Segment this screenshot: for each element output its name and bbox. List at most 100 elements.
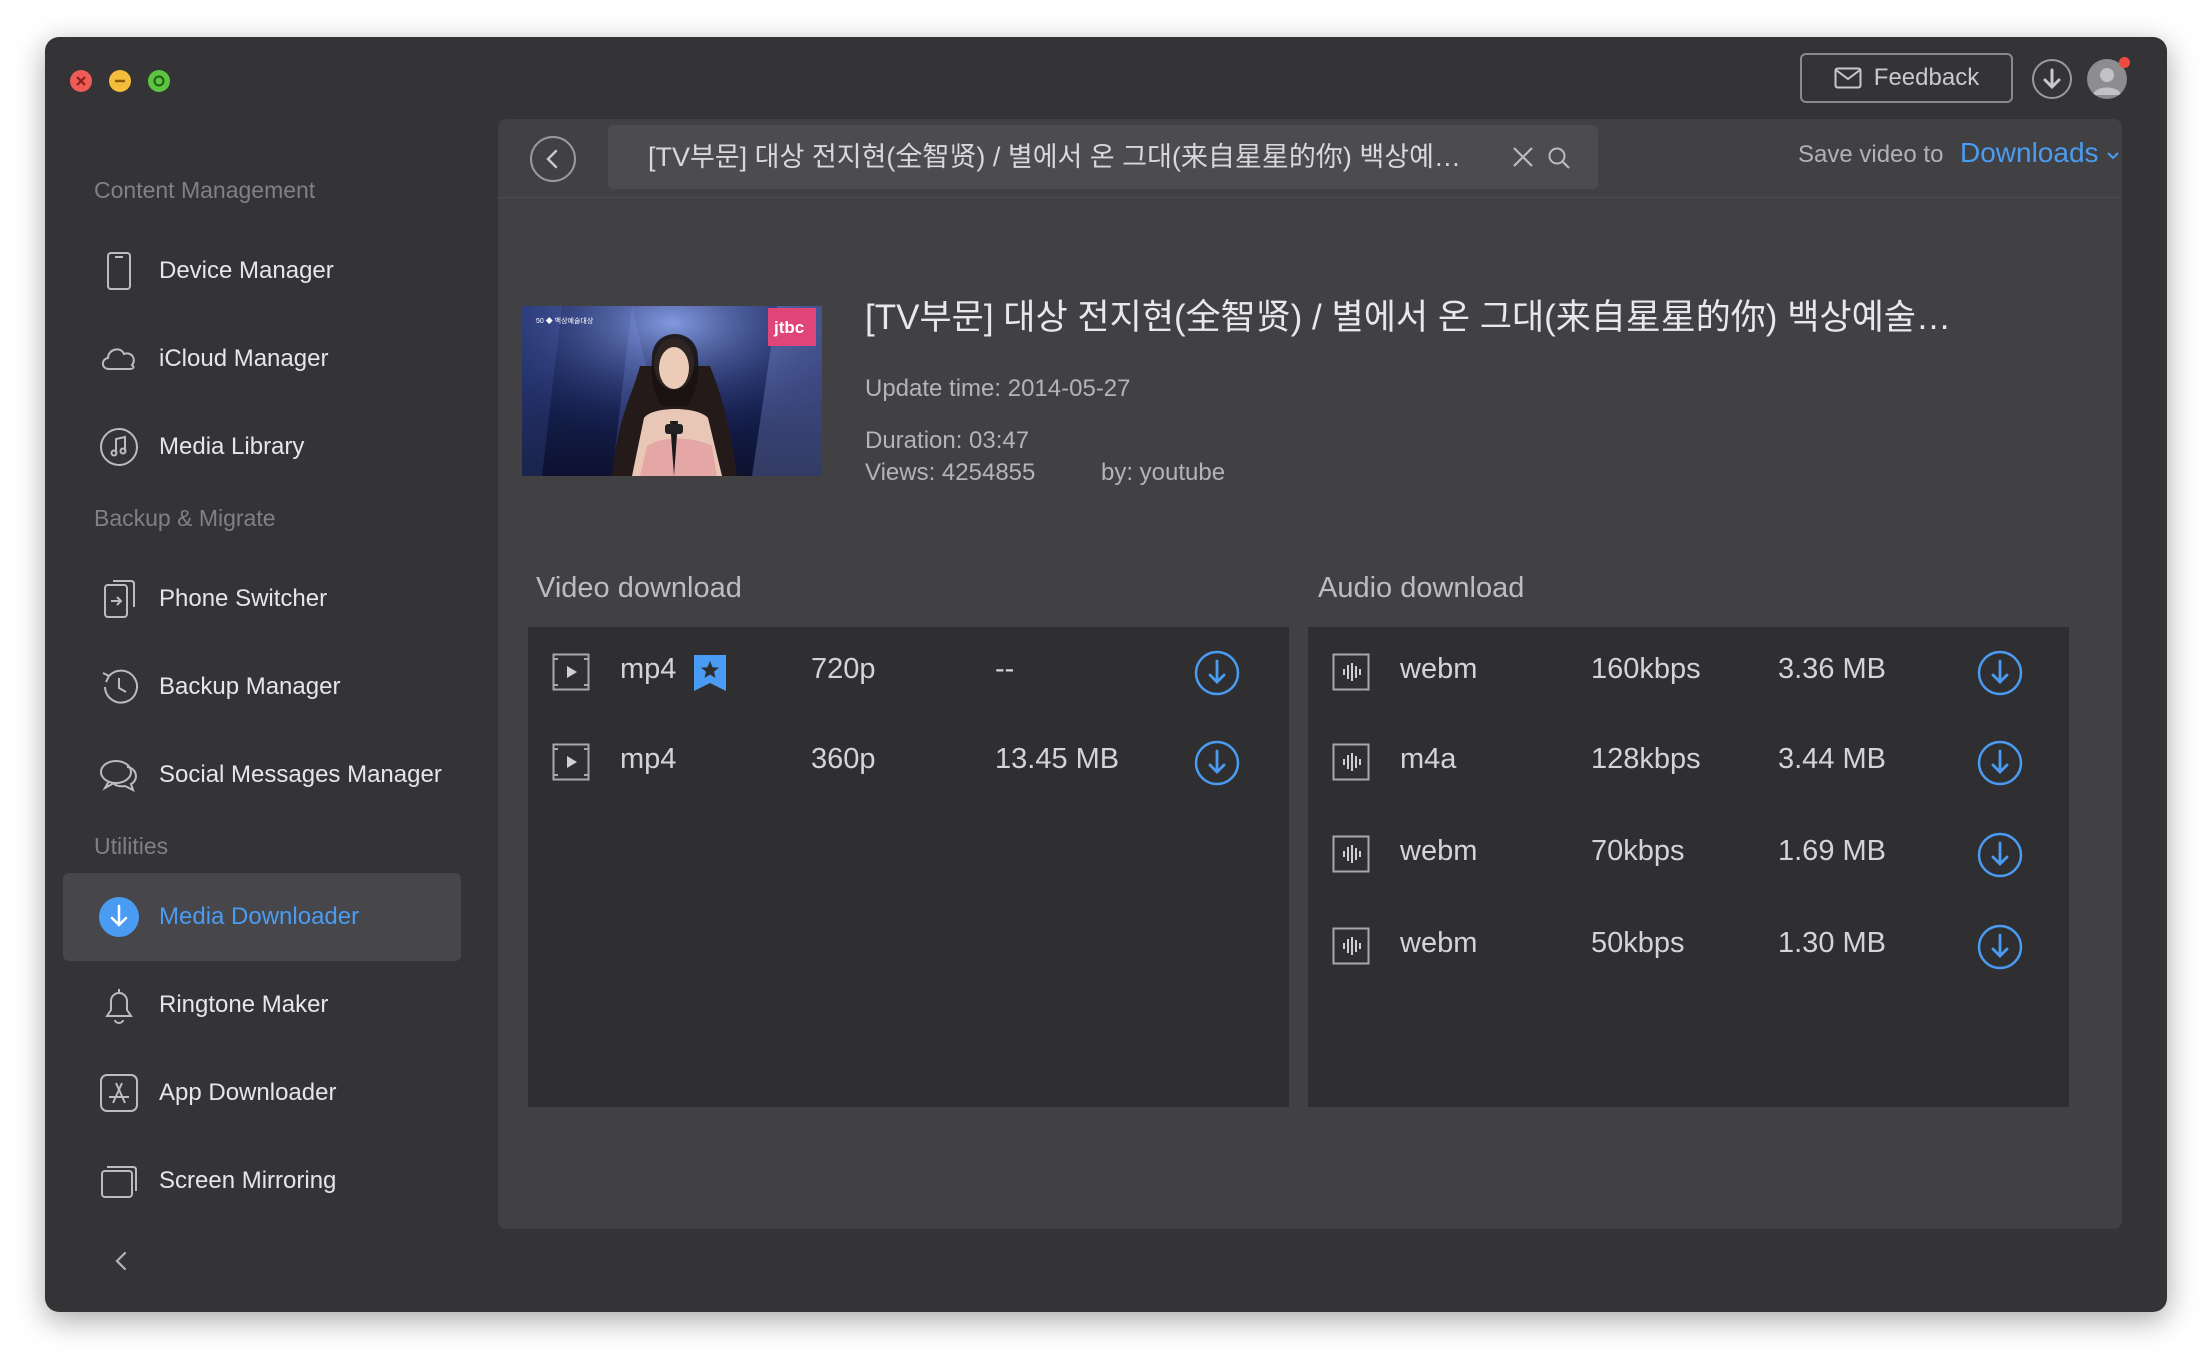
file-size: 3.36 MB	[1778, 653, 1886, 685]
list-item[interactable]: webm 160kbps 3.36 MB	[1308, 627, 2069, 719]
sidebar-item-label: Device Manager	[159, 257, 334, 284]
format: mp4	[620, 743, 677, 775]
audio-file-icon	[1332, 835, 1370, 873]
clear-icon[interactable]	[1511, 145, 1535, 169]
device-icon	[107, 252, 131, 290]
video-download-list: mp4 720p -- mp4 360p 13.45 MB	[528, 627, 1289, 1107]
app-window: Feedback Content Management Device Manag…	[45, 37, 2167, 1312]
sidebar-item-label: App Downloader	[159, 1079, 337, 1106]
file-size: 13.45 MB	[995, 743, 1120, 775]
toolbar: [TV부문] 대상 전지현(全智贤) / 별에서 온 그대(来自星星的你) 백상…	[498, 119, 2122, 198]
chevron-down-icon[interactable]	[2106, 151, 2120, 161]
list-item[interactable]: webm 70kbps 1.69 MB	[1308, 809, 2069, 901]
quality: 360p	[811, 743, 876, 775]
download-tasks-button[interactable]	[2032, 59, 2072, 99]
duration: Duration: 03:47	[865, 427, 1030, 454]
bell-icon	[105, 989, 133, 1024]
sidebar-item-label: iCloud Manager	[159, 345, 329, 372]
recommended-badge-icon	[694, 655, 726, 691]
sidebar-item-backup-manager[interactable]: Backup Manager	[63, 643, 461, 731]
feedback-button[interactable]: Feedback	[1800, 53, 2013, 103]
collapse-sidebar-icon[interactable]	[107, 1247, 135, 1275]
file-size: --	[995, 653, 1015, 685]
audio-download-title: Audio download	[1318, 572, 1525, 604]
main-panel: [TV부문] 대상 전지현(全智贤) / 별에서 온 그대(来自星星的你) 백상…	[498, 119, 2122, 1229]
file-size: 3.44 MB	[1778, 743, 1886, 775]
bitrate: 160kbps	[1591, 653, 1701, 685]
feedback-label: Feedback	[1873, 64, 1980, 91]
sidebar-section-title: Backup & Migrate	[94, 505, 276, 531]
sidebar-item-label: Ringtone Maker	[159, 991, 329, 1018]
format: webm	[1400, 927, 1478, 959]
minimize-window-button[interactable]	[109, 70, 131, 92]
mail-icon	[1834, 67, 1862, 89]
sidebar-item-device-manager[interactable]: Device Manager	[63, 227, 461, 315]
video-download-title: Video download	[536, 572, 742, 604]
back-button[interactable]	[530, 136, 576, 182]
download-button-icon[interactable]	[1976, 649, 2024, 697]
list-item[interactable]: mp4 360p 13.45 MB	[528, 717, 1289, 809]
audio-file-icon	[1332, 743, 1370, 781]
video-file-icon	[552, 743, 590, 781]
format: m4a	[1400, 743, 1457, 775]
list-item[interactable]: webm 50kbps 1.30 MB	[1308, 901, 2069, 993]
sidebar-item-label: Backup Manager	[159, 673, 341, 700]
sidebar-item-label: Social Messages Manager	[159, 761, 442, 788]
file-size: 1.30 MB	[1778, 927, 1886, 959]
sidebar-item-phone-switcher[interactable]: Phone Switcher	[63, 555, 461, 643]
list-item[interactable]: m4a 128kbps 3.44 MB	[1308, 717, 2069, 809]
download-button-icon[interactable]	[1976, 739, 2024, 787]
views: Views: 4254855	[865, 459, 1036, 486]
cloud-icon	[101, 348, 135, 370]
close-window-button[interactable]	[70, 70, 92, 92]
notification-dot	[2119, 57, 2130, 68]
screen-icon	[101, 1166, 137, 1198]
sidebar-item-ringtone-maker[interactable]: Ringtone Maker	[63, 961, 461, 1049]
update-time: Update time: 2014-05-27	[865, 375, 1131, 402]
download-button-icon[interactable]	[1976, 923, 2024, 971]
download-icon	[2043, 68, 2061, 90]
quality: 720p	[811, 653, 876, 685]
phone-switch-icon	[104, 580, 135, 618]
audio-file-icon	[1332, 927, 1370, 965]
download-icon	[99, 897, 139, 937]
video-title: [TV부문] 대상 전지현(全智贤) / 별에서 온 그대(来自星星的你) 백상…	[865, 298, 1975, 337]
app-store-icon	[100, 1074, 138, 1112]
audio-download-list: webm 160kbps 3.36 MB m4a 128kbps 3.44 MB	[1308, 627, 2069, 1107]
bitrate: 50kbps	[1591, 927, 1685, 959]
sidebar-item-icloud-manager[interactable]: iCloud Manager	[63, 315, 461, 403]
sidebar-item-media-library[interactable]: Media Library	[63, 403, 461, 491]
search-icon[interactable]	[1546, 145, 1572, 171]
video-thumbnail: 50 ◆ 백상예술대상 jtbc	[522, 306, 822, 476]
search-field[interactable]: [TV부문] 대상 전지현(全智贤) / 별에서 온 그대(来自星星的你) 백상…	[608, 125, 1598, 189]
audio-file-icon	[1332, 653, 1370, 691]
list-item[interactable]: mp4 720p --	[528, 627, 1289, 719]
download-button-icon[interactable]	[1976, 831, 2024, 879]
format: mp4	[620, 653, 677, 685]
save-location-label: Save video to	[1798, 141, 1944, 168]
search-input[interactable]: [TV부문] 대상 전지현(全智贤) / 별에서 온 그대(来自星星的你) 백상…	[648, 125, 1468, 189]
sidebar-item-screen-mirroring[interactable]: Screen Mirroring	[63, 1137, 461, 1225]
sidebar-item-label: Screen Mirroring	[159, 1167, 337, 1194]
sidebar-item-media-downloader[interactable]: Media Downloader	[63, 873, 461, 961]
download-button-icon[interactable]	[1193, 739, 1241, 787]
svg-text:50 ◆ 백상예술대상: 50 ◆ 백상예술대상	[536, 316, 594, 325]
sidebar-item-app-downloader[interactable]: App Downloader	[63, 1049, 461, 1137]
file-size: 1.69 MB	[1778, 835, 1886, 867]
chat-icon	[100, 760, 137, 792]
sidebar-item-social-messages-manager[interactable]: Social Messages Manager	[63, 731, 461, 819]
music-icon	[100, 428, 138, 466]
thumbnail-logo: jtbc	[773, 318, 804, 337]
download-button-icon[interactable]	[1193, 649, 1241, 697]
format: webm	[1400, 653, 1478, 685]
video-file-icon	[552, 653, 590, 691]
save-location-dropdown[interactable]: Downloads	[1960, 137, 2099, 169]
zoom-window-button[interactable]	[148, 70, 170, 92]
bitrate: 70kbps	[1591, 835, 1685, 867]
bitrate: 128kbps	[1591, 743, 1701, 775]
sidebar-section-title: Utilities	[94, 833, 169, 859]
chevron-left-icon	[546, 149, 558, 169]
sidebar-section-title: Content Management	[94, 177, 316, 203]
history-icon	[102, 669, 138, 704]
format: webm	[1400, 835, 1478, 867]
